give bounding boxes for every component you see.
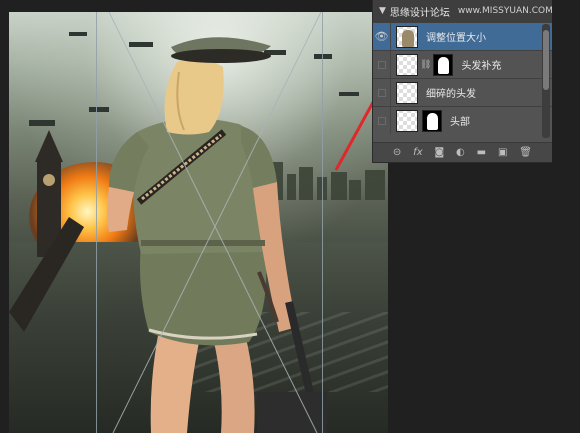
layer-thumbnail: [396, 109, 418, 132]
layer-name: 调整位置大小: [426, 33, 486, 44]
layer-name: 头部: [450, 117, 470, 128]
layer-thumbnail: [396, 25, 418, 48]
layer-thumbnail: [396, 53, 418, 76]
visibility-toggle[interactable]: [373, 79, 391, 106]
layer-row[interactable]: 头部: [373, 106, 552, 134]
watermark-url: www.MISSYUAN.COM: [457, 6, 553, 16]
visibility-toggle[interactable]: [373, 107, 391, 134]
layer-mask-thumbnail[interactable]: [433, 53, 454, 76]
adjustment-icon[interactable]: ◐: [456, 147, 465, 158]
mask-icon[interactable]: ◙: [434, 147, 444, 158]
layer-row[interactable]: ⛓ 头发补充: [373, 50, 552, 78]
folder-icon[interactable]: ▬: [477, 147, 486, 158]
collapse-triangle-icon[interactable]: ▼: [379, 6, 386, 16]
watermark-text: 思缘设计论坛: [389, 7, 450, 19]
eye-icon[interactable]: 👁: [373, 23, 391, 50]
new-layer-icon[interactable]: ▣: [498, 147, 507, 158]
link-icon[interactable]: ⊝: [393, 147, 401, 158]
fx-icon[interactable]: fx: [413, 147, 422, 158]
link-chain-icon: ⛓: [420, 59, 432, 70]
layer-mask-thumbnail[interactable]: [422, 109, 442, 132]
scrollbar-thumb[interactable]: [543, 30, 549, 90]
layer-row[interactable]: 👁 调整位置大小: [373, 22, 552, 50]
panel-header: ▼ 思缘设计论坛 www.MISSYUAN.COM: [373, 0, 553, 22]
layers-scrollbar[interactable]: [542, 24, 550, 138]
visibility-toggle[interactable]: [373, 51, 391, 78]
layers-panel: ▼ 思缘设计论坛 www.MISSYUAN.COM 👁 调整位置大小 ⛓ 头发补…: [372, 0, 553, 163]
layer-name: 细碎的头发: [426, 89, 476, 100]
photoshop-workspace: ▼ 思缘设计论坛 www.MISSYUAN.COM 👁 调整位置大小 ⛓ 头发补…: [0, 0, 580, 433]
trash-icon[interactable]: 🗑: [519, 147, 532, 158]
layers-panel-footer: ⊝ fx ◙ ◐ ▬ ▣ 🗑: [373, 142, 552, 162]
layer-row[interactable]: 细碎的头发: [373, 78, 552, 106]
layer-thumbnail: [396, 81, 418, 104]
layer-name: 头发补充: [461, 61, 502, 72]
